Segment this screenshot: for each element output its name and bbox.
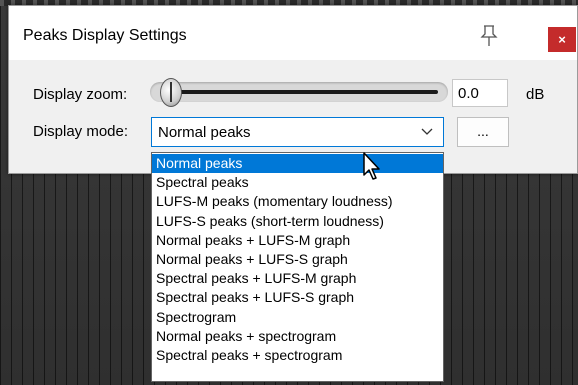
title-bar[interactable]: Peaks Display Settings ×: [9, 6, 577, 60]
slider-knob[interactable]: [160, 78, 182, 107]
dropdown-option[interactable]: Spectral peaks: [152, 173, 443, 192]
display-mode-dropdown-list: Normal peaks Spectral peaks LUFS-M peaks…: [151, 152, 444, 382]
dropdown-option[interactable]: LUFS-M peaks (momentary loudness): [152, 192, 443, 211]
close-icon: ×: [558, 32, 566, 47]
dropdown-option[interactable]: Normal peaks + LUFS-M graph: [152, 231, 443, 250]
pin-icon[interactable]: [479, 25, 499, 47]
dropdown-option[interactable]: Spectral peaks + LUFS-M graph: [152, 269, 443, 288]
display-zoom-label: Display zoom:: [33, 86, 128, 103]
dropdown-option[interactable]: Normal peaks + LUFS-S graph: [152, 250, 443, 269]
slider-rail: [168, 90, 438, 94]
dropdown-option[interactable]: LUFS-S peaks (short-term loudness): [152, 212, 443, 231]
display-mode-selected-value: Normal peaks: [158, 124, 251, 141]
chevron-down-icon: [421, 128, 433, 135]
display-zoom-input[interactable]: 0.0: [452, 79, 508, 107]
dropdown-option[interactable]: Spectral peaks + LUFS-S graph: [152, 288, 443, 307]
display-mode-more-button[interactable]: ...: [457, 117, 509, 147]
dropdown-option[interactable]: Spectrogram: [152, 308, 443, 327]
dropdown-option[interactable]: Normal peaks + spectrogram: [152, 327, 443, 346]
display-mode-select[interactable]: Normal peaks: [151, 117, 444, 147]
mouse-cursor-icon: [363, 152, 380, 180]
display-mode-label: Display mode:: [33, 123, 129, 140]
window-title: Peaks Display Settings: [23, 27, 187, 44]
dropdown-option-highlighted[interactable]: Normal peaks: [152, 154, 443, 174]
zoom-unit-label: dB: [526, 86, 545, 103]
display-zoom-slider[interactable]: [150, 78, 448, 107]
dropdown-option[interactable]: Spectral peaks + spectrogram: [152, 346, 443, 365]
close-button[interactable]: ×: [548, 27, 576, 52]
